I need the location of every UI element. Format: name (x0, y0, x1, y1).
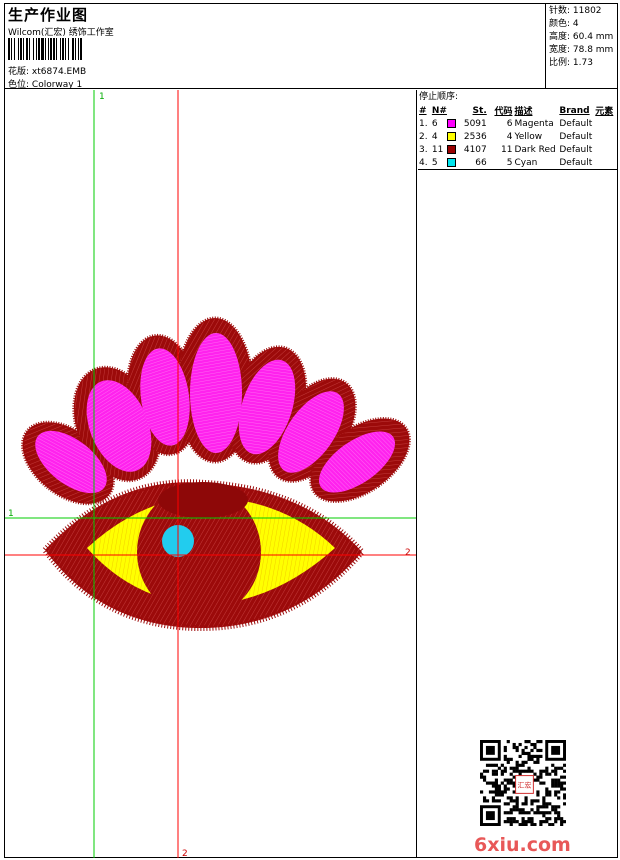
software-subtitle: Wilcom(汇宏) 绣饰工作室 (8, 28, 114, 38)
pattern-value: xt6874.EMB (31, 67, 87, 77)
axis-label-h2: 2 (405, 548, 411, 558)
stop-sequence-panel: 停止顺序: # N# St. 代码 描述 Brand 元素 1. 6 5091 … (418, 90, 617, 858)
sheet-header: 生产作业图 Wilcom(汇宏) 绣饰工作室 花版: xt6874.EMB 色位… (5, 4, 617, 90)
colorway-value: Colorway 1 (31, 80, 83, 90)
col-header-code: 代码 (494, 107, 513, 117)
design-canvas[interactable]: 1 1 2 2 (5, 90, 417, 858)
colorway-line: 色位: Colorway 1 (8, 77, 82, 90)
color-swatch (446, 157, 456, 167)
design-stats: 针数: 11802 颜色: 4 高度: 60.4 mm 宽度: 78.8 mm … (547, 4, 617, 89)
row-n: 6 (431, 118, 438, 129)
axis-label-v1: 1 (99, 92, 105, 102)
row-n: 4 (431, 131, 438, 142)
table-row[interactable]: 1. 6 5091 6 Magenta Default (419, 117, 617, 130)
color-swatch (446, 118, 456, 128)
axis-label-h1: 1 (8, 509, 14, 519)
col-header-brand: Brand (559, 105, 590, 116)
stop-sequence-title: 停止顺序: (419, 92, 459, 102)
row-desc: Magenta (514, 118, 554, 129)
row-n: 5 (431, 157, 438, 168)
iris-cap (158, 482, 248, 518)
table-header-row: # N# St. 代码 描述 Brand 元素 (419, 104, 617, 118)
barcode (8, 38, 131, 60)
production-sheet: 生产作业图 Wilcom(汇宏) 绣饰工作室 花版: xt6874.EMB 色位… (4, 3, 618, 858)
stat-colors: 颜色: 4 (549, 19, 579, 29)
pattern-line: 花版: xt6874.EMB (8, 64, 86, 77)
colorway-label: 色位: (8, 80, 30, 90)
stat-stitches: 针数: 11802 (549, 6, 602, 16)
stat-height: 高度: 60.4 mm (549, 32, 614, 42)
row-no: 4. (419, 157, 428, 168)
site-watermark: 6xiu.com (474, 834, 571, 856)
row-desc: Yellow (514, 131, 543, 142)
color-swatch (446, 144, 456, 154)
col-header-desc: 描述 (514, 107, 533, 117)
color-swatch (446, 131, 456, 141)
row-desc: Cyan (514, 157, 538, 168)
row-no: 3. (419, 144, 428, 155)
col-header-n: N# (431, 105, 447, 116)
seal-text: 汇宏 (517, 780, 531, 789)
stop-sequence-table: # N# St. 代码 描述 Brand 元素 1. 6 5091 6 Mage… (419, 104, 617, 169)
table-row[interactable]: 3. 11 4107 11 Dark Red Default (419, 143, 617, 156)
embroidery-design: 1 1 2 2 (5, 90, 416, 858)
row-brand: Default (559, 157, 593, 168)
table-row[interactable]: 4. 5 66 5 Cyan Default (419, 156, 617, 169)
stat-width: 宽度: 78.8 mm (549, 45, 614, 55)
row-stitches: 66 (475, 157, 487, 168)
pattern-label: 花版: (8, 67, 30, 77)
row-brand: Default (559, 144, 593, 155)
row-code: 5 (506, 157, 513, 168)
row-desc: Dark Red (514, 144, 556, 155)
table-row[interactable]: 2. 4 2536 4 Yellow Default (419, 130, 617, 143)
row-brand: Default (559, 131, 593, 142)
page-title: 生产作业图 (8, 6, 89, 24)
col-header-st: St. (472, 105, 487, 116)
col-header-element: 元素 (595, 107, 614, 117)
col-header-no: # (419, 105, 427, 116)
row-stitches: 5091 (463, 118, 487, 129)
axis-label-v2: 2 (182, 849, 188, 858)
row-code: 6 (506, 118, 513, 129)
row-n: 11 (431, 144, 444, 155)
row-brand: Default (559, 118, 593, 129)
qr-code[interactable]: 汇宏 (480, 740, 566, 826)
row-code: 11 (501, 144, 513, 155)
stop-sequence: 停止顺序: # N# St. 代码 描述 Brand 元素 1. 6 5091 … (418, 90, 617, 170)
row-no: 1. (419, 118, 428, 129)
row-code: 4 (506, 131, 513, 142)
header-info: 生产作业图 Wilcom(汇宏) 绣饰工作室 花版: xt6874.EMB 色位… (5, 4, 546, 90)
stat-scale: 比例: 1.73 (549, 58, 593, 68)
row-stitches: 4107 (463, 144, 487, 155)
row-stitches: 2536 (463, 131, 487, 142)
row-no: 2. (419, 131, 428, 142)
